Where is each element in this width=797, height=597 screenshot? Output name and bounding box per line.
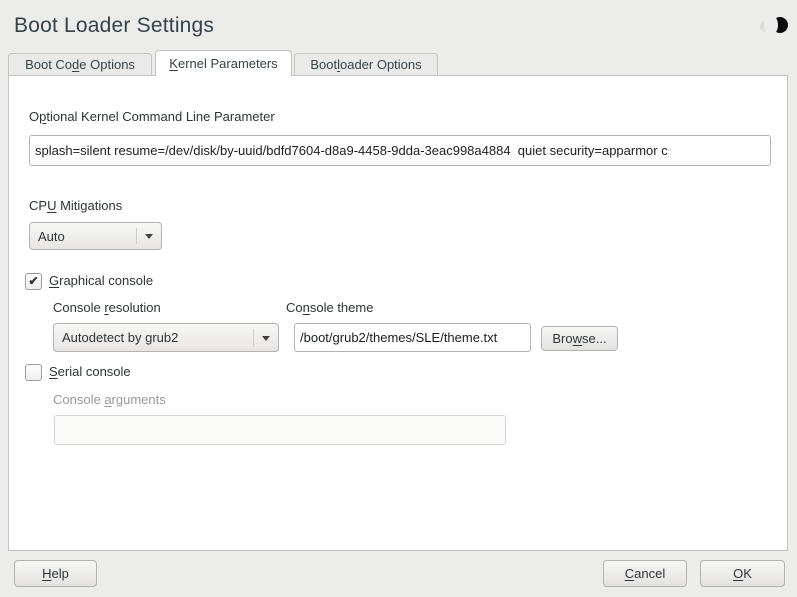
tab-label-part: oader Options <box>340 57 422 72</box>
console-resolution-label: Console resolution <box>53 300 161 316</box>
cpu-mitigations-select[interactable]: Auto <box>29 222 162 250</box>
kernel-cmdline-label: Optional Kernel Command Line Parameter <box>29 109 275 125</box>
combo-separator <box>136 228 137 244</box>
help-button[interactable]: Help <box>14 560 97 587</box>
cpu-mitigations-label: CPU Mitigations <box>29 198 122 214</box>
graphical-console-label[interactable]: Graphical console <box>49 273 153 289</box>
console-theme-input[interactable] <box>294 323 531 352</box>
ok-button[interactable]: OK <box>700 560 785 587</box>
tab-label-part: ernel Parameters <box>178 56 278 71</box>
tab-boot-code-options[interactable]: Boot Code Options <box>8 53 152 75</box>
page-title: Boot Loader Settings <box>14 14 214 38</box>
moon-icon <box>772 17 788 33</box>
console-resolution-select[interactable]: Autodetect by grub2 <box>53 323 279 352</box>
kernel-parameters-panel: Optional Kernel Command Line Parameter C… <box>8 75 788 551</box>
tab-label-part: Boot <box>310 57 337 72</box>
serial-console-checkbox[interactable] <box>25 364 42 381</box>
boot-loader-settings-dialog: Boot Loader Settings Boot Code Options K… <box>0 0 797 597</box>
checkmark-icon: ✔ <box>28 274 38 288</box>
serial-console-label[interactable]: Serial console <box>49 364 131 380</box>
tab-label-part: Boot Co <box>25 57 72 72</box>
tab-bootloader-options[interactable]: Bootloader Options <box>294 53 438 75</box>
browse-button[interactable]: Browse... <box>541 326 618 351</box>
graphical-console-checkbox[interactable]: ✔ <box>25 273 42 290</box>
chevron-down-icon <box>262 336 270 341</box>
console-theme-label: Console theme <box>286 300 373 316</box>
night-mode-toggle[interactable] <box>758 17 790 35</box>
console-resolution-selected-value: Autodetect by grub2 <box>62 330 178 345</box>
cpu-mitigations-selected-value: Auto <box>38 229 65 244</box>
cancel-button[interactable]: Cancel <box>603 560 687 587</box>
tab-label-mnemonic: d <box>72 57 79 72</box>
kernel-cmdline-input[interactable] <box>29 135 771 166</box>
chevron-down-icon <box>145 234 153 239</box>
tab-label-part: e Options <box>79 57 135 72</box>
combo-separator <box>253 329 254 346</box>
console-arguments-label: Console arguments <box>53 392 166 408</box>
tab-label-mnemonic: K <box>169 56 178 71</box>
tab-kernel-parameters[interactable]: Kernel Parameters <box>155 50 292 76</box>
console-arguments-input <box>54 415 506 445</box>
